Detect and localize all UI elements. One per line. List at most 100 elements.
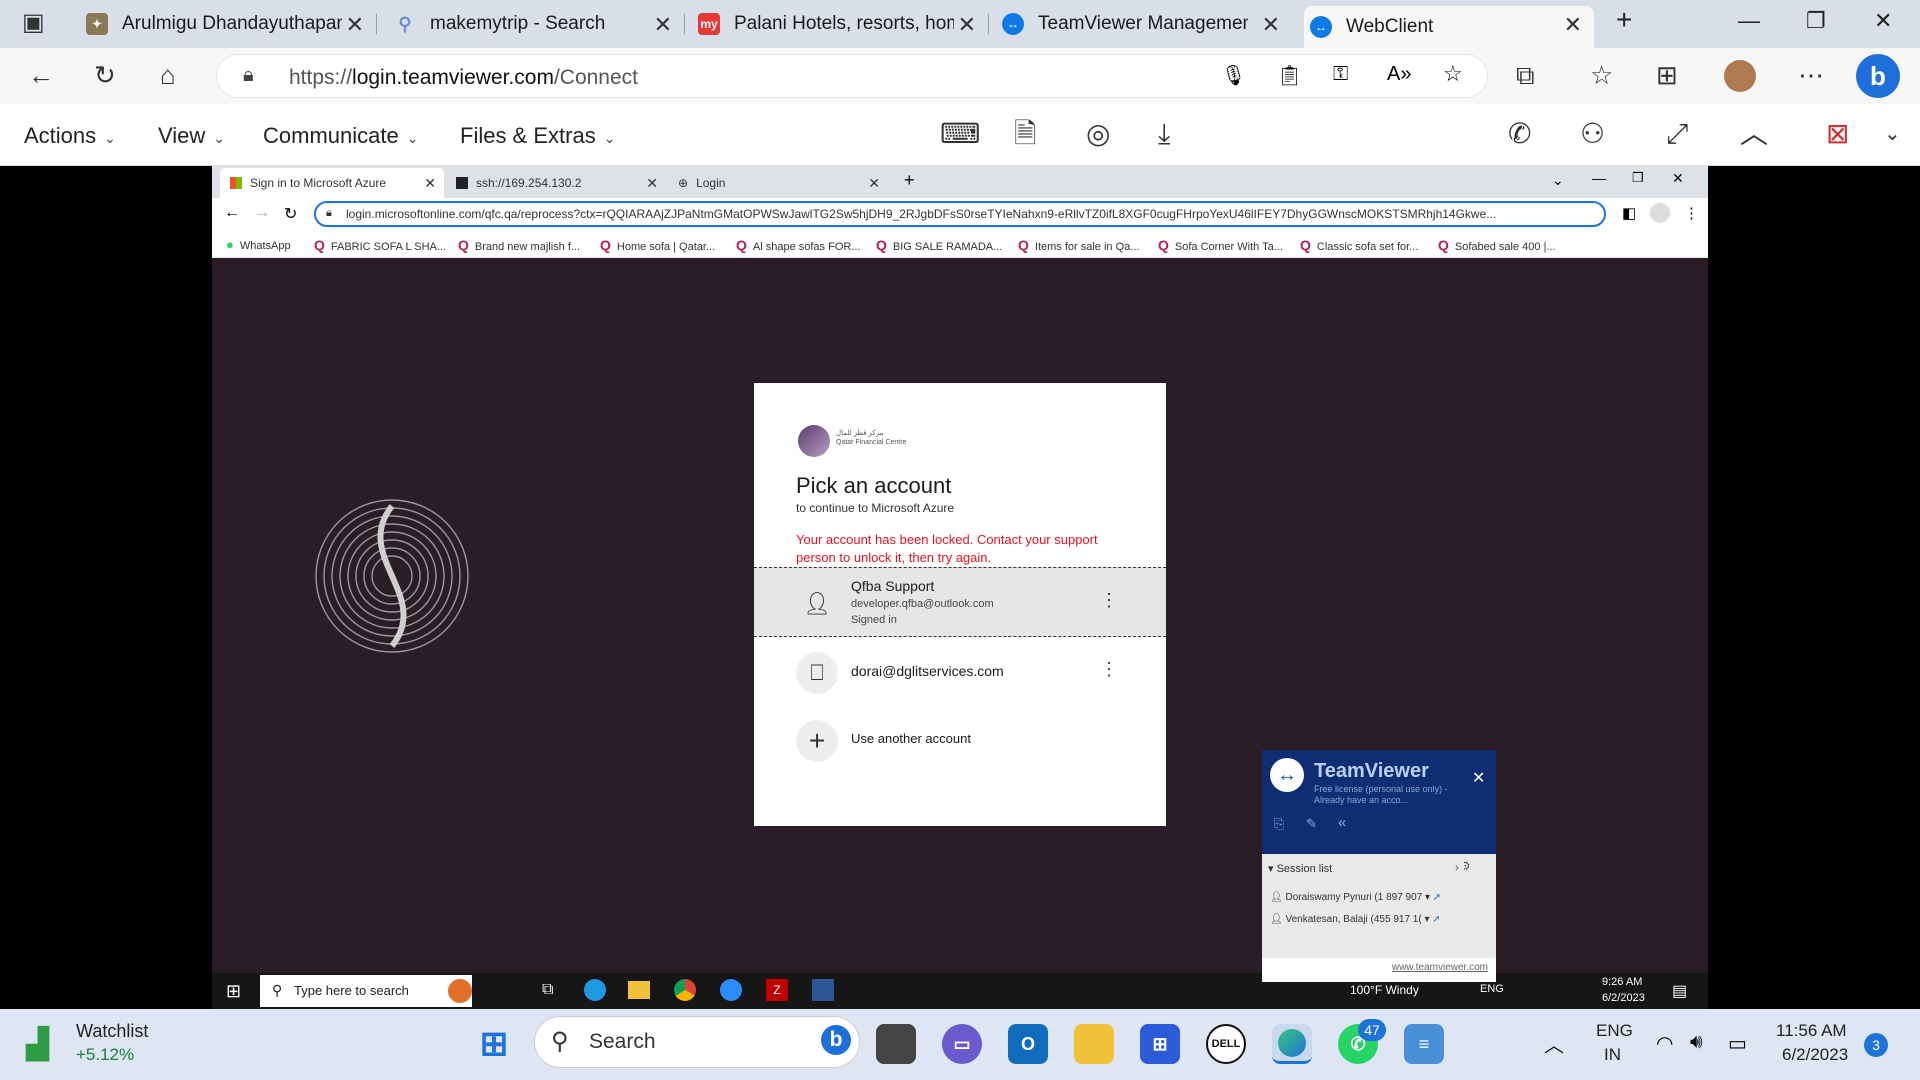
taskbar-search[interactable]: ⚲ Search b [534,1016,860,1068]
bookmark-item[interactable]: Q Home sofa | Qatar... [600,237,715,253]
bookmark-item[interactable]: Q Classic sofa set for... [1300,237,1418,253]
minimize-icon[interactable]: — [1592,170,1606,186]
new-tab-icon[interactable]: + [1616,4,1632,36]
home-icon[interactable]: ⌂ [160,60,176,90]
task-view-icon[interactable] [876,1024,916,1064]
favorites-icon[interactable]: ☆ [1590,60,1613,90]
profile-avatar[interactable] [1650,203,1670,223]
call-icon[interactable]: ✆ [1508,118,1531,150]
remote-address-field[interactable]: 🔒︎ login.microsoftonline.com/qfc.qa/repr… [314,201,1606,227]
file-explorer-icon[interactable] [1074,1024,1114,1064]
close-window-icon[interactable]: ✕ [1874,8,1892,34]
tab-arulmigu[interactable]: ✦ Arulmigu Dhandayuthapani ✕ [86,6,376,42]
zoom-icon[interactable] [720,979,742,1001]
filezilla-icon[interactable]: Z [766,979,788,1001]
store-icon[interactable]: ⊞ [1140,1024,1180,1064]
close-tab-icon[interactable]: ✕ [424,175,436,192]
file-explorer-icon[interactable] [628,981,650,999]
chevron-up-icon[interactable]: ︿ [1544,1029,1564,1058]
close-window-icon[interactable]: ✕ [1672,170,1684,187]
bookmark-item[interactable]: ● WhatsApp [226,237,291,252]
bing-icon[interactable]: b [1856,54,1900,98]
actions-menu[interactable]: Actions ⌄ [24,123,116,149]
teams-chat-icon[interactable]: ▭ [942,1024,982,1064]
view-menu[interactable]: View ⌄ [158,123,225,149]
edge-icon[interactable] [584,979,606,1001]
language-indicator[interactable]: ENG [1596,1021,1633,1041]
session-row[interactable]: 👤︎ Venkatesan, Balaji (455 917 1( ▾ ➚ [1270,914,1441,925]
refresh-icon[interactable]: ↻ [94,60,116,90]
wifi-icon[interactable]: ◠ [1656,1031,1673,1056]
account-tile-dorai[interactable]: ⎕ dorai@dglitservices.com ⋮ [754,637,1166,707]
account-tile-qfba[interactable]: 👤︎ Qfba Support developer.qfba@outlook.c… [754,567,1166,637]
more-icon[interactable]: ⋮ [1684,204,1699,222]
edge-icon[interactable] [1272,1024,1312,1064]
bookmark-item[interactable]: Q Items for sale in Qa... [1018,237,1139,253]
pointer-icon[interactable]: ➚ [1432,914,1440,925]
collapse-panel-icon[interactable]: « [1338,814,1346,831]
chrome-icon[interactable] [674,979,696,1001]
teamviewer-link[interactable]: www.teamviewer.com [1392,962,1488,973]
bookmark-item[interactable]: Q Sofabed sale 400 |... [1438,237,1556,253]
collections-icon[interactable]: ⊞ [1656,60,1678,90]
close-tab-icon[interactable]: ✕ [958,12,976,38]
pointer-icon[interactable]: ➚ [1433,892,1441,903]
read-aloud-icon[interactable]: A» [1387,63,1411,86]
remote-tab-azure[interactable]: Sign in to Microsoft Azure ✕ [220,168,444,198]
forward-icon[interactable]: → [254,204,270,222]
restore-icon[interactable]: ❐ [1632,170,1644,186]
chat-users-icon[interactable]: ⚇ [1580,118,1605,150]
record-icon[interactable]: ◎ [1086,118,1110,150]
close-icon[interactable]: ✕ [1472,768,1485,788]
notification-badge[interactable]: 3 [1864,1033,1888,1057]
back-icon[interactable]: ← [224,204,240,222]
tools-icon[interactable]: ✎ [1306,816,1317,832]
fullscreen-icon[interactable]: ⤢ [1666,118,1688,150]
tab-search-icon[interactable]: ⌄ [1552,172,1564,189]
extensions-icon[interactable]: ⧉ [1516,60,1535,90]
favorite-add-icon[interactable]: ☆ [1443,61,1463,87]
file-transfer-icon[interactable]: 🗎 [1014,118,1037,150]
remote-tab-login[interactable]: ⊕ Login ✕ [668,168,888,198]
download-icon[interactable]: ⤓ [1158,118,1170,150]
account-options-icon[interactable]: ⋮ [1100,590,1118,611]
refresh-icon[interactable]: ↻ [284,204,297,224]
tab-makemytrip[interactable]: ⚲ makemytrip - Search ✕ [394,6,684,42]
session-list-header[interactable]: ▾ Session list [1268,862,1332,875]
remote-tab-ssh[interactable]: ssh://169.254.130.2 ✕ [446,168,666,198]
key-icon[interactable]: ⚿ [1333,63,1348,86]
close-tab-icon[interactable]: ✕ [346,12,364,38]
communicate-menu[interactable]: Communicate ⌄ [263,123,418,149]
bookmark-item[interactable]: Q BIG SALE RAMADA... [876,237,1002,253]
session-row[interactable]: 👤︎ Doraiswamy Pynuri (1 897 907 ▾ ➚ [1270,892,1441,903]
copy-icon[interactable]: ⎘ [1274,816,1284,832]
tab-webclient[interactable]: ↔ WebClient ✕ [1304,6,1594,48]
microphone-icon[interactable]: 🎙︎ [1221,63,1246,88]
outlook-icon[interactable]: O [1008,1024,1048,1064]
address-field[interactable]: 🔒︎ https://login.teamviewer.com/Connect … [216,54,1488,98]
windows-start-icon[interactable]: ⊞ [226,981,241,1002]
remote-keyboard-icon[interactable]: ⌨ [940,118,980,150]
close-tab-icon[interactable]: ✕ [646,175,658,192]
new-tab-icon[interactable]: + [904,170,915,191]
notepad-icon[interactable]: ≡ [1404,1024,1444,1064]
volume-icon[interactable]: 🔊︎ [1690,1031,1703,1054]
notification-icon[interactable]: ▤ [1672,981,1687,1001]
tab-teamviewer-management[interactable]: ↔ TeamViewer Management ✕ [1002,6,1292,42]
files-extras-menu[interactable]: Files & Extras ⌄ [460,123,615,149]
expand-panel-icon[interactable]: › [1450,856,1464,880]
bookmark-item[interactable]: Q Al shape sofas FOR... [736,237,861,253]
bookmark-item[interactable]: Q Sofa Corner With Ta... [1158,237,1283,253]
dell-icon[interactable]: DELL [1206,1024,1246,1064]
watchlist-label[interactable]: Watchlist [76,1021,148,1042]
chevron-down-icon[interactable]: ⌄ [1884,118,1901,150]
task-view-icon[interactable]: ⧉ [542,981,553,999]
windows-start-icon[interactable]: ⊞ [474,1024,514,1064]
close-tab-icon[interactable]: ✕ [1564,12,1582,38]
close-tab-icon[interactable]: ✕ [654,12,672,38]
bing-icon[interactable]: b [821,1025,851,1055]
clock-time[interactable]: 11:56 AM [1776,1021,1847,1041]
tab-palani-hotels[interactable]: my Palani Hotels, resorts, hom ✕ [698,6,988,42]
remote-app-icon[interactable] [812,979,834,1001]
account-options-icon[interactable]: ⋮ [1100,659,1118,680]
